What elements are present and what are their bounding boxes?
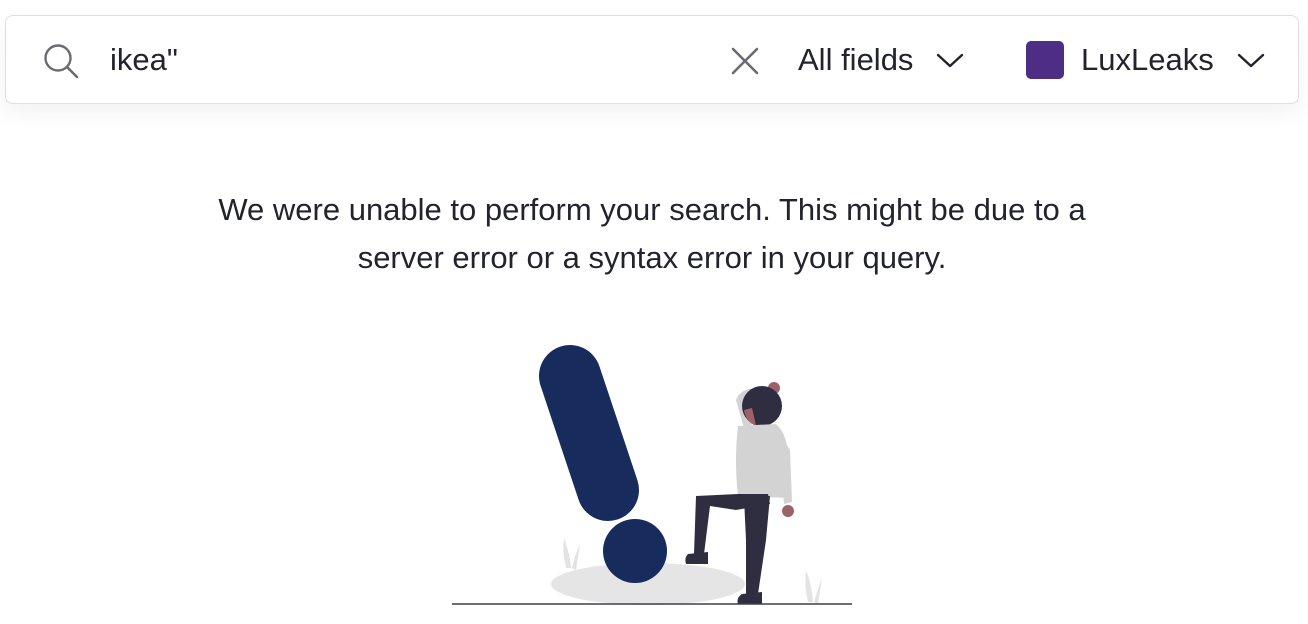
collection-color-swatch — [1026, 41, 1064, 79]
search-icon — [44, 44, 79, 79]
chevron-down-icon — [1237, 53, 1264, 68]
error-message: We were unable to perform your search. T… — [218, 192, 1086, 275]
collection-label: LuxLeaks — [1081, 42, 1214, 77]
search-input[interactable] — [110, 38, 710, 82]
person-shoe — [685, 552, 708, 564]
field-filter-label: All fields — [798, 42, 914, 77]
collection-dropdown[interactable]: LuxLeaks — [1026, 38, 1266, 82]
search-bar: All fields LuxLeaks — [5, 15, 1299, 104]
person-hand — [782, 505, 794, 517]
grass-tuft — [805, 570, 822, 604]
field-filter-dropdown[interactable]: All fields — [798, 38, 965, 82]
person-leg — [744, 496, 770, 594]
exclamation-bar — [539, 345, 639, 521]
person-shoe — [737, 592, 762, 604]
grass-tuft — [563, 538, 580, 570]
clear-search-button[interactable] — [728, 44, 762, 78]
exclamation-dot — [603, 519, 667, 583]
chevron-down-icon — [937, 53, 964, 68]
error-illustration — [452, 345, 852, 605]
search-error-page: All fields LuxLeaks We were unable to pe… — [0, 0, 1308, 624]
